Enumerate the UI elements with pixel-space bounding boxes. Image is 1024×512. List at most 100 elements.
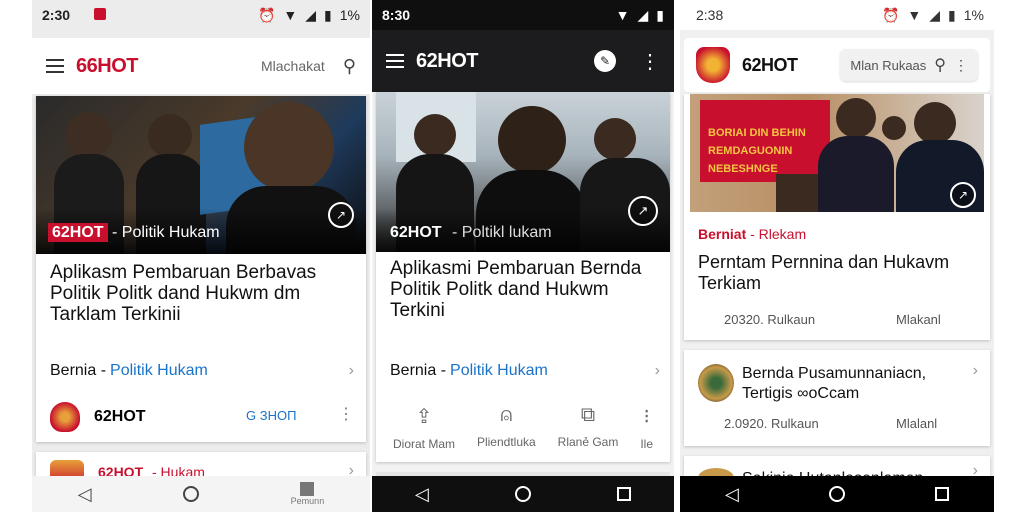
section-prefix: Bernia - (50, 362, 107, 379)
recents-button[interactable] (934, 487, 949, 501)
recents-button[interactable] (616, 487, 631, 501)
article-headline[interactable]: Bernda Pusamunnaniacn, Tertigis ∞oCcam (742, 364, 962, 404)
action-copy-label: Rlanẻ Gam (557, 435, 619, 449)
wifi-icon: ▼ (907, 7, 922, 23)
system-nav-bar: ◁ (680, 476, 994, 512)
menu-icon[interactable] (46, 59, 64, 73)
chevron-right-icon[interactable]: › (655, 362, 660, 380)
news-card[interactable]: 62HOT - Politik Hukam ↗ Aplikasm Pembaru… (36, 96, 366, 442)
source-chip[interactable]: G ЗНОП (246, 408, 296, 423)
person-figure (836, 98, 876, 138)
more-vert-icon[interactable]: ⋮ (640, 49, 660, 74)
signal-icon: ◢ (929, 6, 941, 23)
status-time: 2:30 (42, 7, 71, 23)
app-toolbar: 62HOT Mlan Rukaas ⚲ ⋮ (684, 38, 990, 92)
action-save[interactable]: ⍝ Pliendtluka (477, 404, 536, 451)
system-nav-bar: ◁ Pemunn (32, 476, 370, 512)
news-card[interactable]: 62HOT - Poltikl lukam ↗ Aplikasmi Pembar… (376, 92, 670, 462)
section-row[interactable]: Bernia - Politik Hukam (390, 362, 548, 380)
person-figure (148, 114, 192, 158)
person-figure (66, 112, 112, 158)
article-date: 2.0920. Rulkaun (724, 416, 819, 431)
article-date: 20320. Rulkaun (724, 312, 816, 327)
hero-tag-brand: 62HOT (48, 223, 108, 242)
more-icon: ⁝ (643, 406, 650, 428)
app-logo[interactable]: 66HOT (76, 55, 138, 78)
app-logo[interactable]: 62HOT (742, 55, 798, 76)
home-button[interactable] (514, 486, 531, 502)
section-link[interactable]: Politik Hukam (450, 362, 548, 380)
home-button[interactable] (828, 486, 845, 502)
back-button[interactable]: ◁ (725, 484, 739, 505)
notification-icon (94, 8, 106, 20)
status-bar: 8:30 ▼ ◢ ▮ (372, 0, 674, 30)
hero-image[interactable]: 62HOT - Poltikl lukam ↗ (376, 92, 670, 252)
action-more-label: Ile (640, 437, 654, 451)
person-figure (818, 136, 894, 212)
chevron-right-icon[interactable]: › (973, 362, 978, 380)
search-icon[interactable]: ⚲ (343, 56, 356, 77)
article-headline[interactable]: Aplikasmi Pembaruan Bernda Politik Polit… (390, 258, 658, 321)
share-icon[interactable]: ↗ (328, 202, 354, 228)
share-icon[interactable]: ↗ (950, 182, 976, 208)
share-icon[interactable]: ↗ (628, 196, 658, 226)
hero-tag-section: - Politik Hukam (112, 224, 220, 241)
more-vert-icon[interactable]: ⋮ (954, 57, 968, 74)
search-input[interactable]: Mlachakat (261, 58, 325, 74)
more-vert-icon[interactable]: ⋮ (338, 404, 354, 424)
hero-tag-section: - Poltikl lukam (452, 224, 552, 241)
person-figure (414, 114, 456, 156)
hero-tag: 62HOT - Politik Hukam (48, 223, 220, 242)
back-button[interactable]: ◁ (78, 484, 92, 505)
phone-screen-1: 2:30 ⏰ ▼ ◢ ▮ 1% 66HOT Mlachakat ⚲ 62HOT (32, 0, 370, 512)
signal-icon: ◢ (637, 6, 649, 23)
search-icon[interactable]: ⚲ (934, 55, 946, 75)
search-field[interactable]: Mlan Rukaas ⚲ ⋮ (840, 49, 978, 81)
recents-button[interactable]: Pemunn (290, 482, 325, 506)
banner-text: BORIAI DIN BEHIN REMDAGUONIN NEBESHNGE (708, 127, 806, 175)
card-tag: Berniat - Rlekam (698, 226, 806, 242)
hero-image[interactable]: 62HOT - Politik Hukam ↗ (36, 96, 366, 254)
section-link[interactable]: Politik Hukam (110, 362, 208, 380)
action-share[interactable]: ⇪ Diorat Mam (393, 404, 455, 451)
signal-icon: ◢ (305, 6, 317, 23)
section-row[interactable]: Bernia - Politik Hukam (50, 362, 208, 380)
home-button[interactable] (183, 486, 200, 502)
hero-tag-brand: 62HOT (390, 224, 442, 241)
news-card[interactable]: BORIAI DIN BEHIN REMDAGUONIN NEBESHNGE ↗… (684, 94, 990, 340)
wifi-icon: ▼ (283, 7, 298, 23)
person-figure (882, 116, 906, 140)
recents-label: Pemunn (290, 496, 325, 506)
system-nav-bar: ◁ (372, 476, 674, 512)
action-more[interactable]: ⁝ Ile (640, 404, 653, 451)
back-button[interactable]: ◁ (415, 484, 429, 505)
search-input[interactable]: Mlan Rukaas (850, 58, 926, 73)
read-more-link[interactable]: Mlakanl (896, 312, 941, 327)
search-icon[interactable]: ✎ (594, 50, 616, 72)
app-toolbar: 66HOT Mlachakat ⚲ (32, 38, 370, 94)
status-time: 8:30 (382, 7, 411, 23)
card-tag-brand: Berniat (698, 226, 747, 242)
copy-icon: ⧉ (580, 404, 596, 426)
article-headline[interactable]: Aplikasm Pembaruan Berbavas Politik Poli… (50, 262, 350, 325)
alarm-icon: ⏰ (881, 6, 900, 23)
status-bar: 2:30 ⏰ ▼ ◢ ▮ 1% (32, 0, 370, 30)
phone-screen-2: 8:30 ▼ ◢ ▮ 62HOT ✎ ⋮ 62HOT - Poltikl luk… (372, 0, 674, 512)
battery-percent: 1% (339, 7, 360, 23)
article-headline[interactable]: Perntam Pernnina dan Hukavm Terkiam (698, 252, 978, 294)
hero-image[interactable]: BORIAI DIN BEHIN REMDAGUONIN NEBESHNGE ↗ (690, 94, 984, 212)
status-time: 2:38 (696, 7, 724, 23)
action-copy[interactable]: ⧉ Rlanẻ Gam (558, 404, 619, 451)
menu-icon[interactable] (386, 54, 404, 68)
news-card[interactable]: Bernda Pusamunnaniacn, Tertigis ∞oCcam ›… (684, 350, 990, 446)
app-logo[interactable]: 62HOT (416, 50, 478, 73)
source-name: 62HOT (94, 408, 146, 425)
alarm-icon: ⏰ (257, 6, 276, 23)
app-logo-icon[interactable] (696, 47, 730, 83)
battery-icon: ▮ (324, 6, 332, 23)
read-more-link[interactable]: Mlalanl (896, 416, 937, 431)
person-figure (914, 102, 956, 144)
upload-icon: ⇪ (415, 406, 433, 428)
chevron-right-icon[interactable]: › (349, 362, 354, 380)
person-figure (498, 106, 566, 174)
